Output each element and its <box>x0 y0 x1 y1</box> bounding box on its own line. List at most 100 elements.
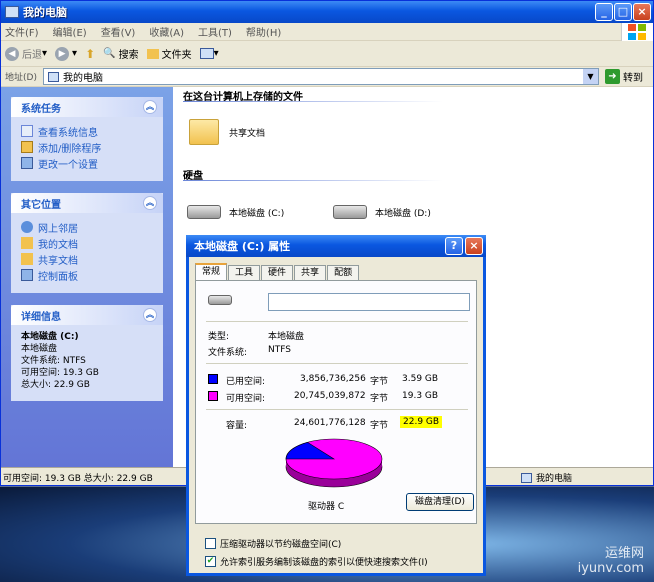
place-control-panel[interactable]: 控制面板 <box>11 267 163 283</box>
divider <box>206 363 468 364</box>
windows-logo-icon <box>621 23 653 41</box>
menu-help[interactable]: 帮助(H) <box>246 24 281 39</box>
computer-icon <box>48 71 59 82</box>
forward-button[interactable]: ▶ ▾ <box>55 46 77 61</box>
go-button[interactable]: ➜ 转到 <box>605 69 643 84</box>
minimize-button[interactable]: _ <box>595 3 613 21</box>
type-value: 本地磁盘 <box>268 332 305 342</box>
details-filesystem: 文件系统: NTFS <box>21 356 86 366</box>
up-button[interactable]: ⬆ <box>85 47 95 61</box>
back-button[interactable]: ◀ 后退 ▾ <box>5 46 47 61</box>
address-bar: 地址(D) 我的电脑 ▼ ➜ 转到 <box>1 67 653 87</box>
place-network[interactable]: 网上邻居 <box>11 219 163 235</box>
details-type: 本地磁盘 <box>21 344 58 354</box>
disk-cleanup-button[interactable]: 磁盘清理(D) <box>406 493 474 511</box>
window-title: 我的电脑 <box>23 6 67 19</box>
views-button[interactable]: ▾ <box>199 48 219 59</box>
folder-icon <box>189 119 219 145</box>
back-arrow-icon: ◀ <box>5 46 19 61</box>
compress-checkbox[interactable]: 压缩驱动器以节约磁盘空间(C) <box>205 537 341 550</box>
collapse-chevron-icon[interactable]: ︽ <box>143 308 157 322</box>
free-space-gb: 19.3 GB <box>402 391 439 401</box>
network-icon <box>21 221 33 233</box>
divider <box>206 409 468 410</box>
menu-edit[interactable]: 编辑(E) <box>53 24 87 39</box>
hard-drive-icon <box>208 295 232 305</box>
volume-label-input[interactable] <box>268 293 470 311</box>
drive-d-item[interactable]: 本地磁盘 (D:) <box>333 205 431 219</box>
help-button[interactable]: ? <box>445 237 463 255</box>
shared-documents-item[interactable]: 共享文档 <box>189 119 265 145</box>
menu-favorites[interactable]: 收藏(A) <box>149 24 184 39</box>
task-view-system-info[interactable]: 查看系统信息 <box>11 123 163 139</box>
drive-c-item[interactable]: 本地磁盘 (C:) <box>187 205 284 219</box>
panel-header[interactable]: 系统任务 ︽ <box>11 97 163 117</box>
programs-icon <box>21 141 33 153</box>
divider <box>206 321 468 322</box>
dialog-close-button[interactable]: × <box>465 237 483 255</box>
index-checkbox-box[interactable]: ✔ <box>205 556 216 567</box>
menu-file[interactable]: 文件(F) <box>5 24 39 39</box>
compress-label: 压缩驱动器以节约磁盘空间(C) <box>220 540 342 550</box>
tab-sharing[interactable]: 共享 <box>294 265 327 281</box>
tab-tools[interactable]: 工具 <box>228 265 261 281</box>
free-space-bytes: 20,745,039,872 <box>294 391 366 401</box>
close-button[interactable]: × <box>633 3 651 21</box>
place-shared-documents[interactable]: 共享文档 <box>11 251 163 267</box>
free-space-unit: 字节 <box>370 394 389 404</box>
divider <box>183 101 443 102</box>
watermark: 运维网 iyunv.com <box>577 546 644 576</box>
task-add-remove-programs[interactable]: 添加/删除程序 <box>11 139 163 155</box>
index-checkbox[interactable]: ✔ 允许索引服务编制该磁盘的索引以便快速搜索文件(I) <box>205 555 428 568</box>
details-panel: 详细信息 ︽ 本地磁盘 (C:) 本地磁盘 文件系统: NTFS 可用空间: 19… <box>11 305 163 401</box>
status-text: 可用空间: 19.3 GB 总大小: 22.9 GB <box>3 474 153 484</box>
dialog-title-bar[interactable]: 本地磁盘 (C:) 属性 ? × <box>186 235 486 257</box>
tab-quota[interactable]: 配额 <box>327 265 360 281</box>
menu-tools[interactable]: 工具(T) <box>198 24 232 39</box>
folders-button[interactable]: 文件夹 <box>146 46 192 61</box>
used-space-gb: 3.59 GB <box>402 374 439 384</box>
views-icon <box>199 48 214 59</box>
task-change-setting[interactable]: 更改一个设置 <box>11 155 163 171</box>
used-space-unit: 字节 <box>370 377 389 387</box>
task-pane: 系统任务 ︽ 查看系统信息 添加/删除程序 更改一个设置 其它位置 ︽ 网上邻居 我… <box>1 87 173 467</box>
documents-folder-icon <box>21 237 33 249</box>
go-arrow-icon: ➜ <box>605 69 620 84</box>
search-icon: 🔍 <box>103 48 116 59</box>
dropdown-arrow-icon[interactable]: ▼ <box>583 69 598 84</box>
other-places-panel: 其它位置 ︽ 网上邻居 我的文档 共享文档 控制面板 <box>11 193 163 293</box>
tab-general[interactable]: 常规 <box>195 263 228 281</box>
used-space-label: 已用空间: <box>226 377 266 387</box>
computer-icon <box>5 6 19 18</box>
used-space-swatch <box>208 374 218 384</box>
toolbar: ◀ 后退 ▾ ▶ ▾ ⬆ 🔍 搜索 文件夹 ▾ <box>1 41 653 67</box>
title-bar[interactable]: 我的电脑 _ □ × <box>1 1 653 23</box>
computer-icon <box>521 472 532 483</box>
place-my-documents[interactable]: 我的文档 <box>11 235 163 251</box>
address-input[interactable]: 我的电脑 ▼ <box>43 68 599 85</box>
status-location: 我的电脑 <box>521 471 572 484</box>
search-button[interactable]: 🔍 搜索 <box>103 46 138 61</box>
hard-drive-icon <box>333 205 367 219</box>
tab-hardware[interactable]: 硬件 <box>261 265 294 281</box>
address-label: 地址(D) <box>5 73 37 83</box>
maximize-button[interactable]: □ <box>614 3 632 21</box>
collapse-chevron-icon[interactable]: ︽ <box>143 196 157 210</box>
shared-folder-icon <box>21 253 33 265</box>
general-tab-page: 类型: 本地磁盘 文件系统: NTFS 已用空间: 3,856,736,256 … <box>195 280 477 524</box>
compress-checkbox-box[interactable] <box>205 538 216 549</box>
details-free-space: 可用空间: 19.3 GB <box>21 368 99 378</box>
panel-header[interactable]: 其它位置 ︽ <box>11 193 163 213</box>
index-label: 允许索引服务编制该磁盘的索引以便快速搜索文件(I) <box>220 558 428 568</box>
panel-header[interactable]: 详细信息 ︽ <box>11 305 163 325</box>
drive-name-label: 驱动器 C <box>308 502 345 512</box>
properties-dialog: 本地磁盘 (C:) 属性 ? × 常规 工具 硬件 共享 配额 类型: 本地磁盘… <box>186 235 486 576</box>
tab-strip: 常规 工具 硬件 共享 配额 <box>195 263 360 281</box>
menu-view[interactable]: 查看(V) <box>101 24 136 39</box>
system-info-icon <box>21 125 33 137</box>
filesystem-label: 文件系统: <box>208 348 248 358</box>
folder-icon <box>146 48 159 59</box>
hard-drive-icon <box>187 205 221 219</box>
collapse-chevron-icon[interactable]: ︽ <box>143 100 157 114</box>
capacity-label: 容量: <box>226 421 248 431</box>
